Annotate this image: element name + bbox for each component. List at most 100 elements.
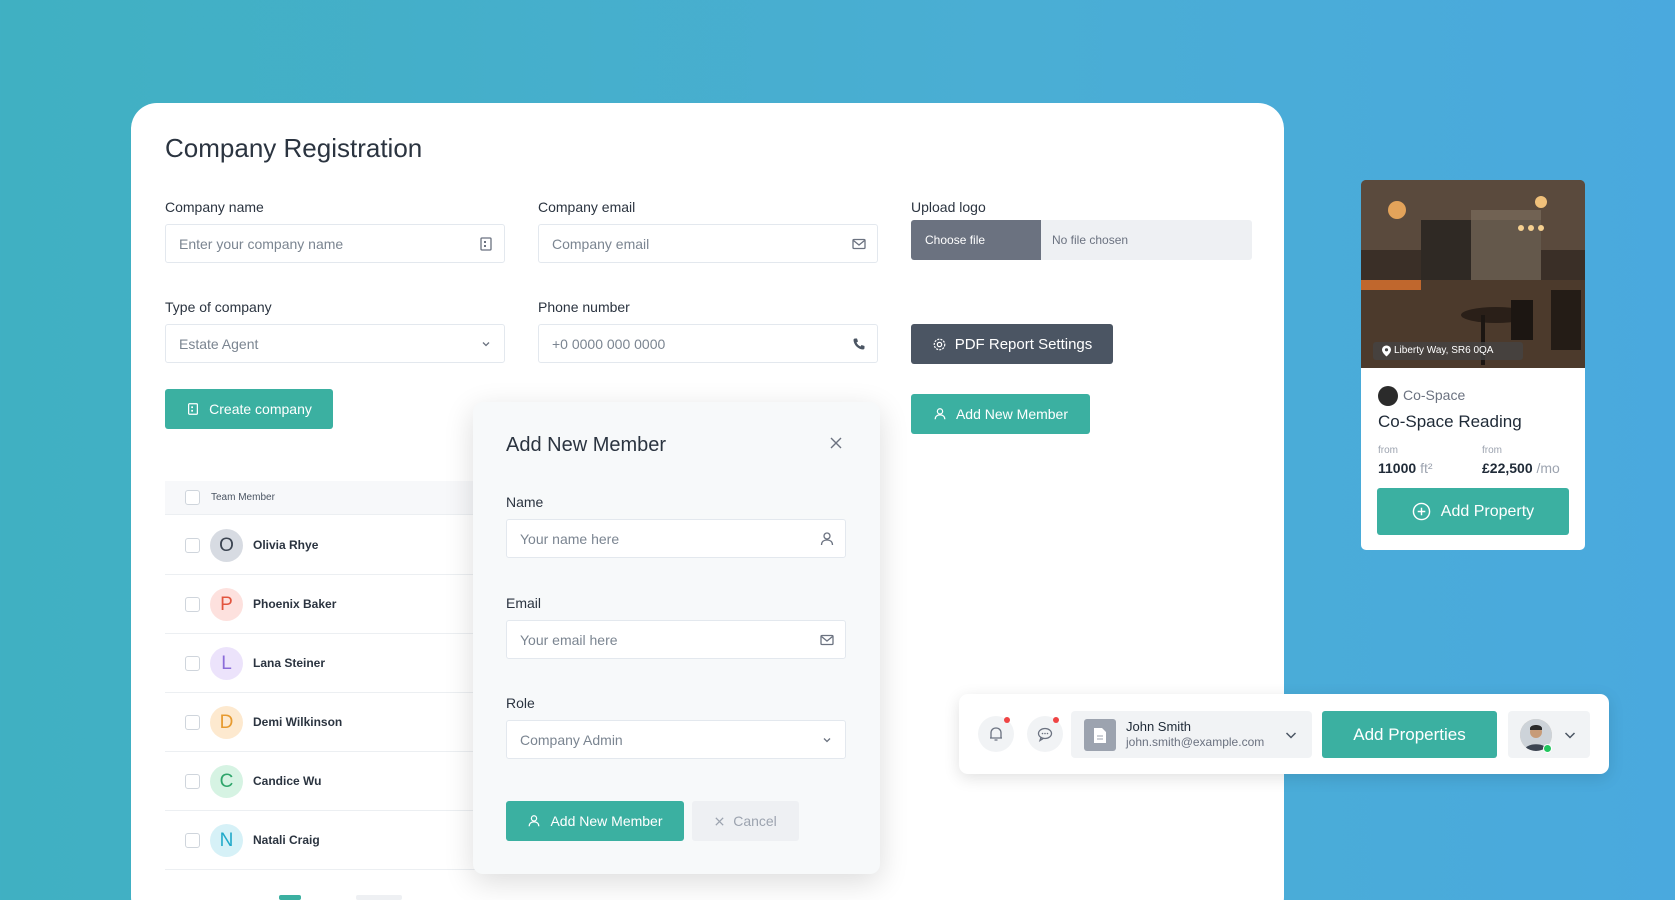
size-number: 11000	[1378, 460, 1417, 476]
mail-icon	[852, 238, 866, 250]
row-checkbox[interactable]	[185, 656, 200, 671]
company-type-value: Estate Agent	[179, 335, 259, 352]
chevron-down-icon	[823, 738, 831, 743]
member-name-input[interactable]	[506, 519, 846, 558]
add-new-member-label: Add New Member	[955, 406, 1069, 422]
online-status-dot	[1543, 744, 1552, 753]
avatar: P	[210, 588, 243, 621]
add-property-label: Add Property	[1440, 502, 1535, 520]
select-all-checkbox[interactable]	[185, 490, 200, 505]
modal-title: Add New Member	[506, 434, 667, 456]
email-label: Email	[506, 595, 542, 611]
upload-logo-label: Upload logo	[911, 199, 986, 215]
chevron-down-icon	[1564, 732, 1576, 739]
member-name: Demi Wilkinson	[253, 715, 343, 729]
table-row[interactable]: N Natali Craig	[165, 811, 495, 870]
pdf-report-settings-button[interactable]: PDF Report Settings	[911, 324, 1113, 364]
location-pin-icon	[1382, 345, 1391, 357]
team-table-header: Team Member	[165, 481, 495, 515]
file-status-text: No file chosen	[1041, 220, 1252, 260]
building-icon	[480, 237, 492, 251]
avatar: D	[210, 706, 243, 739]
pagination-next[interactable]	[356, 895, 402, 900]
avatar: N	[210, 824, 243, 857]
add-properties-label: Add Properties	[1353, 724, 1466, 744]
create-company-button[interactable]: Create company	[165, 389, 333, 429]
submit-member-button[interactable]: Add New Member	[506, 801, 684, 841]
member-email-input[interactable]	[506, 620, 846, 659]
brand-logo	[1378, 386, 1398, 406]
size-value: 11000 ft²	[1378, 460, 1433, 476]
avatar: C	[210, 765, 243, 798]
row-checkbox[interactable]	[185, 774, 200, 789]
row-checkbox[interactable]	[185, 833, 200, 848]
cancel-button[interactable]: Cancel	[692, 801, 799, 841]
close-icon	[715, 816, 724, 826]
choose-file-button[interactable]: Choose file	[911, 220, 1041, 260]
member-name: Candice Wu	[253, 774, 322, 788]
phone-icon	[853, 338, 865, 350]
price-from-label: from	[1482, 445, 1502, 456]
table-row[interactable]: L Lana Steiner	[165, 634, 495, 693]
chat-icon	[1037, 727, 1053, 743]
company-type-select[interactable]: Estate Agent	[165, 324, 505, 363]
profile-menu[interactable]	[1508, 711, 1590, 758]
price-number: £22,500	[1482, 460, 1533, 476]
phone-label: Phone number	[538, 299, 630, 315]
create-company-label: Create company	[209, 401, 312, 417]
member-name: Phoenix Baker	[253, 597, 337, 611]
logo-file-input[interactable]: Choose file No file chosen	[911, 220, 1252, 260]
document-icon	[1084, 719, 1116, 751]
role-select[interactable]: Company Admin	[506, 720, 846, 759]
add-properties-button[interactable]: Add Properties	[1322, 711, 1497, 758]
table-row[interactable]: P Phoenix Baker	[165, 575, 495, 634]
pdf-report-settings-label: PDF Report Settings	[954, 335, 1093, 353]
avatar: L	[210, 647, 243, 680]
add-new-member-button[interactable]: Add New Member	[911, 394, 1090, 434]
role-label: Role	[506, 695, 535, 711]
table-row[interactable]: D Demi Wilkinson	[165, 693, 495, 752]
avatar: O	[210, 529, 243, 562]
name-label: Name	[506, 494, 544, 510]
role-value: Company Admin	[520, 731, 623, 748]
member-name: Natali Craig	[253, 833, 320, 847]
row-checkbox[interactable]	[185, 597, 200, 612]
account-selector[interactable]: John Smith john.smith@example.com	[1071, 711, 1312, 758]
gear-icon	[933, 338, 946, 350]
row-checkbox[interactable]	[185, 715, 200, 730]
user-email: john.smith@example.com	[1126, 735, 1265, 749]
size-from-label: from	[1378, 445, 1398, 456]
property-card[interactable]: Liberty Way, SR6 0QA Co-Space Co-Space R…	[1361, 180, 1585, 550]
member-name: Olivia Rhye	[253, 538, 319, 552]
team-member-column-header: Team Member	[211, 492, 275, 503]
chevron-down-icon	[482, 342, 490, 347]
cancel-label: Cancel	[733, 813, 777, 829]
submit-member-label: Add New Member	[550, 813, 663, 829]
user-icon	[529, 815, 540, 827]
company-email-input[interactable]	[538, 224, 878, 263]
bell-icon	[990, 727, 1002, 741]
property-name: Co-Space Reading	[1378, 412, 1522, 431]
close-icon[interactable]	[829, 436, 843, 450]
phone-input[interactable]	[538, 324, 878, 363]
property-location: Liberty Way, SR6 0QA	[1394, 345, 1494, 356]
message-dot	[1053, 717, 1059, 723]
page-title: Company Registration	[165, 133, 423, 163]
company-type-label: Type of company	[165, 299, 272, 315]
table-row[interactable]: C Candice Wu	[165, 752, 495, 811]
header-bar: John Smith john.smith@example.com Add Pr…	[959, 694, 1609, 774]
company-name-input[interactable]	[165, 224, 505, 263]
company-email-label: Company email	[538, 199, 636, 215]
notification-dot	[1004, 717, 1010, 723]
size-unit: ft²	[1420, 460, 1433, 476]
row-checkbox[interactable]	[185, 538, 200, 553]
add-property-button[interactable]: Add Property	[1377, 488, 1569, 535]
table-row[interactable]: O Olivia Rhye	[165, 516, 495, 575]
chevron-down-icon	[1285, 732, 1297, 739]
property-photo	[1361, 180, 1585, 368]
company-name-label: Company name	[165, 199, 264, 215]
user-icon	[820, 532, 834, 546]
user-icon	[934, 408, 946, 420]
mail-icon	[820, 634, 834, 646]
pagination-active[interactable]	[279, 895, 301, 900]
